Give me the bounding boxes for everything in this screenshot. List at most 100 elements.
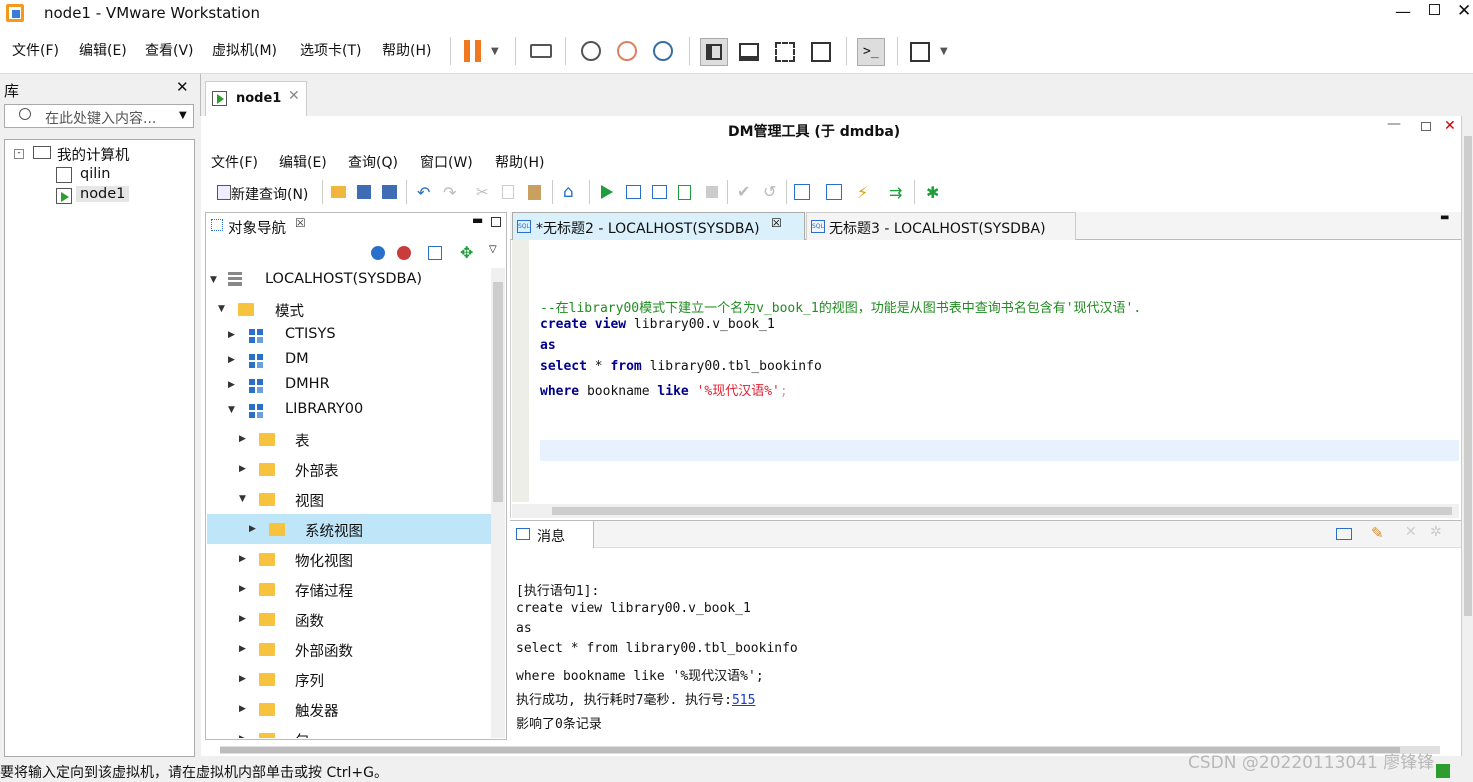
menu-vm[interactable]: 虚拟机(M): [212, 40, 277, 60]
view-options-icon[interactable]: [1336, 528, 1352, 540]
tab-node1[interactable]: node1 ✕: [205, 81, 307, 116]
tree-row-server[interactable]: ▼ LOCALHOST(SYSDBA): [206, 268, 492, 293]
tree-item-node1[interactable]: node1: [76, 186, 130, 202]
minimize-button[interactable]: —: [1395, 2, 1411, 21]
menu-edit[interactable]: 编辑(E): [79, 40, 127, 60]
tab-query-3[interactable]: SQL 无标题3 - LOCALHOST(SYSDBA): [806, 212, 1076, 240]
copy-icon[interactable]: [502, 185, 514, 199]
pause-icon[interactable]: [464, 40, 481, 62]
chevron-down-icon[interactable]: ▼: [940, 46, 948, 57]
fullscreen-icon[interactable]: [775, 42, 795, 62]
editor-hscrollbar[interactable]: [512, 504, 1459, 518]
connect-icon[interactable]: [371, 246, 385, 260]
disconnect-icon[interactable]: [397, 246, 411, 260]
tree-row-views[interactable]: ▼ 视图: [206, 487, 492, 512]
dm-menu-help[interactable]: 帮助(H): [495, 152, 544, 172]
explain-icon[interactable]: [652, 185, 667, 199]
tree-row-external-tables[interactable]: ▶ 外部表: [206, 457, 492, 482]
dm-menu-window[interactable]: 窗口(W): [420, 152, 473, 172]
transfer-icon[interactable]: ⇉: [889, 183, 902, 202]
expand-all-icon[interactable]: ✥: [460, 243, 473, 262]
dm-menu-edit[interactable]: 编辑(E): [279, 152, 327, 172]
dm-menu-file[interactable]: 文件(F): [211, 152, 258, 172]
maximize-button[interactable]: [1429, 4, 1440, 15]
edit-icon[interactable]: [428, 246, 442, 260]
unity-icon[interactable]: [811, 42, 831, 62]
close-window-button[interactable]: ✕: [1457, 1, 1471, 21]
navigator-scrollbar[interactable]: [491, 268, 505, 738]
library-search-input[interactable]: 在此处键入内容... ▼: [4, 104, 194, 128]
menu-file[interactable]: 文件(F): [12, 40, 59, 60]
close-tab-icon[interactable]: ☒: [771, 216, 782, 230]
remove-icon[interactable]: ✕: [1405, 524, 1417, 540]
rollback-icon[interactable]: ↺: [763, 182, 776, 201]
stop-icon[interactable]: [706, 186, 718, 198]
menu-help[interactable]: 帮助(H): [382, 40, 431, 60]
cut-icon[interactable]: ✂: [476, 183, 489, 201]
close-navigator-icon[interactable]: ☒: [295, 216, 306, 230]
tab-messages[interactable]: 消息: [510, 521, 594, 548]
collapse-icon[interactable]: -: [14, 149, 24, 159]
tree-my-computer[interactable]: 我的计算机: [57, 144, 130, 165]
tree-row-sequences[interactable]: ▶ 序列: [206, 667, 492, 692]
sql-editor[interactable]: [510, 240, 1461, 518]
new-query-button[interactable]: 新建查询(N): [231, 184, 308, 204]
debug-search-icon[interactable]: ⚡: [857, 183, 868, 202]
thumbnail-view-icon[interactable]: [739, 43, 759, 61]
dm-restore-button[interactable]: [1421, 122, 1431, 131]
tree-row-procedures[interactable]: ▶ 存储过程: [206, 577, 492, 602]
menu-tabs[interactable]: 选项卡(T): [300, 40, 361, 60]
menu-view[interactable]: 查看(V): [145, 40, 194, 60]
tree-row-dm[interactable]: ▶ DM: [206, 348, 492, 373]
tree-row-packages[interactable]: ▶ 包: [206, 727, 492, 738]
execute-file-icon[interactable]: [678, 185, 691, 200]
close-library-button[interactable]: ✕: [176, 78, 189, 96]
execute-script-icon[interactable]: [626, 185, 641, 199]
tree-row-functions[interactable]: ▶ 函数: [206, 607, 492, 632]
home-icon[interactable]: ⌂: [563, 182, 574, 202]
tree-row-external-functions[interactable]: ▶ 外部函数: [206, 637, 492, 662]
send-ctrl-alt-del-icon[interactable]: [530, 44, 552, 58]
tree-row-triggers[interactable]: ▶ 触发器: [206, 697, 492, 722]
execute-icon[interactable]: [601, 185, 613, 199]
chevron-down-icon[interactable]: ▼: [491, 46, 499, 57]
clear-icon[interactable]: ✎: [1371, 524, 1384, 542]
save-all-icon[interactable]: [382, 185, 397, 199]
dm-close-button[interactable]: ✕: [1444, 118, 1456, 134]
snapshot-manager-icon[interactable]: [653, 41, 673, 61]
stretch-icon[interactable]: [910, 42, 930, 62]
minimize-view-icon[interactable]: ▬: [472, 213, 483, 227]
commit-icon[interactable]: ✔: [737, 182, 750, 201]
console-icon[interactable]: >_: [857, 38, 885, 66]
guest-scrollbar[interactable]: [1461, 116, 1473, 756]
maximize-view-icon[interactable]: [491, 217, 501, 227]
tree-item-qilin[interactable]: qilin: [80, 166, 110, 182]
calendar-icon[interactable]: [794, 184, 810, 200]
dm-menu-query[interactable]: 查询(Q): [348, 152, 398, 172]
tree-row-materialized-views[interactable]: ▶ 物化视图: [206, 547, 492, 572]
save-icon[interactable]: [357, 185, 371, 199]
snapshot-icon[interactable]: [581, 41, 601, 61]
tree-row-ctisys[interactable]: ▶ CTISYS: [206, 323, 492, 348]
schedule-icon[interactable]: [826, 184, 842, 200]
redo-icon[interactable]: ↷: [443, 183, 456, 202]
paste-icon[interactable]: [528, 185, 541, 200]
tree-row-schemas[interactable]: ▼ 模式: [206, 297, 492, 322]
exec-number-link[interactable]: 515: [732, 693, 755, 708]
tab-query-2[interactable]: SQL *无标题2 - LOCALHOST(SYSDBA) ☒: [512, 212, 805, 240]
tree-row-system-views[interactable]: ▶ 系统视图: [207, 514, 491, 544]
close-tab-icon[interactable]: ✕: [288, 88, 300, 104]
open-icon[interactable]: [331, 186, 346, 198]
chevron-down-icon[interactable]: ▼: [179, 110, 187, 121]
revert-snapshot-icon[interactable]: [617, 41, 637, 61]
tree-row-tables[interactable]: ▶ 表: [206, 427, 492, 452]
minimize-editor-icon[interactable]: ▬: [1440, 212, 1449, 223]
library-view-icon[interactable]: [700, 38, 728, 66]
debug-icon[interactable]: ✱: [926, 183, 939, 202]
tree-row-dmhr[interactable]: ▶ DMHR: [206, 373, 492, 398]
dm-minimize-button[interactable]: —: [1387, 116, 1401, 132]
undo-icon[interactable]: ↶: [417, 183, 430, 202]
view-menu-icon[interactable]: ▽: [489, 244, 497, 255]
remove-all-icon[interactable]: ✲: [1430, 524, 1442, 540]
tree-row-library00[interactable]: ▼ LIBRARY00: [206, 398, 492, 423]
